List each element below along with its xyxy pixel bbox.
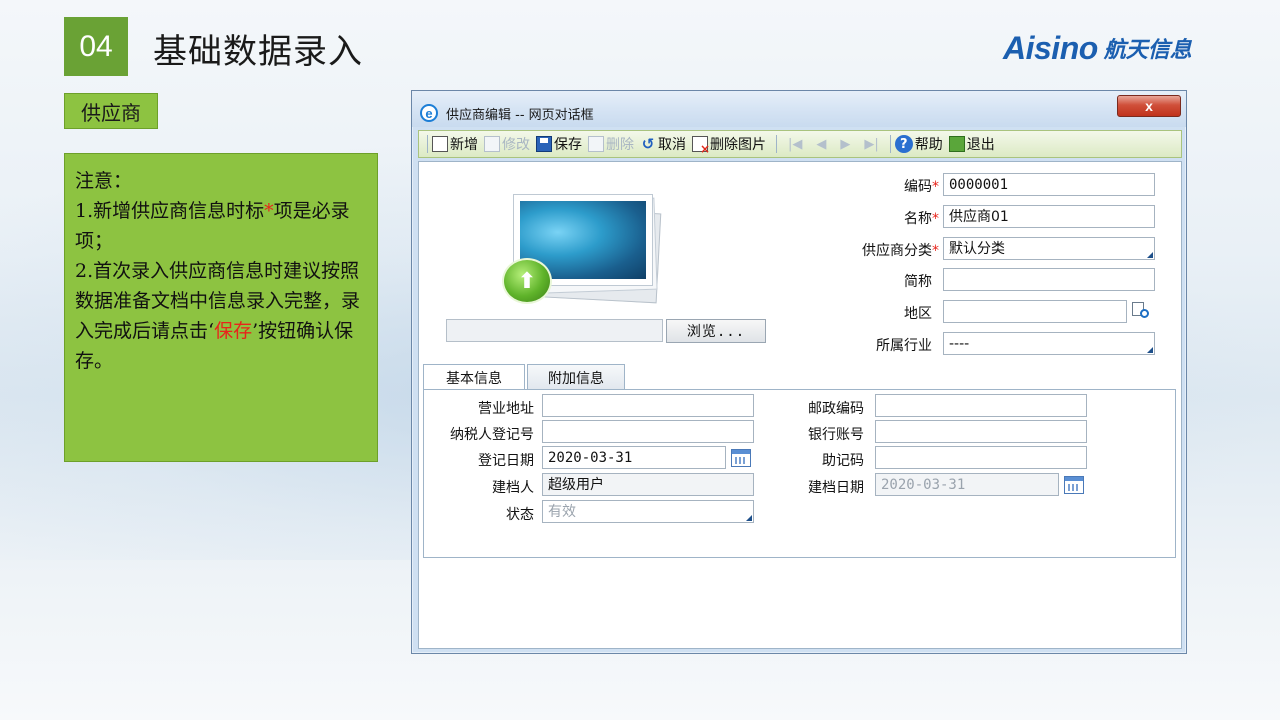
delete-image-button-label: 删除图片 bbox=[710, 137, 766, 153]
upload-arrow-icon: ⬆ bbox=[502, 258, 552, 304]
bank-account-label: 银行账号 bbox=[808, 427, 864, 443]
aisino-logo: Aisino 航天信息 bbox=[1003, 28, 1192, 68]
delete-icon bbox=[588, 136, 604, 152]
floppy-save-icon bbox=[536, 136, 552, 152]
reg-date-label: 登记日期 bbox=[478, 453, 534, 469]
logo-cn-text: 航天信息 bbox=[1103, 38, 1192, 63]
dialog-content: ⬆ 浏览... 编码* 0000001 名称* 供应商01 供应商分类* 默认分… bbox=[418, 161, 1182, 649]
postcode-input[interactable] bbox=[875, 394, 1087, 417]
delete-button[interactable]: 删除 bbox=[588, 134, 634, 154]
address-label: 营业地址 bbox=[478, 401, 534, 417]
tab-basic-info[interactable]: 基本信息 bbox=[423, 364, 525, 391]
prev-record-icon[interactable]: ◀ bbox=[816, 137, 826, 152]
tab-extra-info[interactable]: 附加信息 bbox=[527, 364, 625, 390]
status-select[interactable]: 有效 bbox=[542, 500, 754, 523]
note-line-1-prefix: 1.新增供应商信息时标 bbox=[75, 200, 265, 222]
help-button-label: 帮助 bbox=[914, 137, 943, 153]
image-path-input[interactable] bbox=[446, 319, 663, 342]
delete-image-icon bbox=[692, 136, 710, 156]
status-label: 状态 bbox=[506, 507, 534, 523]
taxpayer-label: 纳税人登记号 bbox=[450, 427, 534, 443]
edit-button[interactable]: 修改 bbox=[484, 134, 530, 154]
short-name-label: 简称 bbox=[904, 274, 932, 290]
undo-icon: ↺ bbox=[641, 135, 655, 153]
next-record-icon[interactable]: ▶ bbox=[840, 137, 850, 152]
creator-input[interactable]: 超级用户 bbox=[542, 473, 754, 496]
note-box: 注意： 1.新增供应商信息时标*项是必录项； 2.首次录入供应商信息时建议按照数… bbox=[64, 153, 378, 462]
browse-button[interactable]: 浏览... bbox=[666, 319, 766, 343]
required-star: * bbox=[264, 200, 274, 222]
category-label-text: 供应商分类 bbox=[862, 243, 932, 259]
create-date-label: 建档日期 bbox=[808, 480, 864, 496]
dialog-titlebar[interactable]: e 供应商编辑 -- 网页对话框 x bbox=[412, 91, 1186, 127]
slide-number-badge: 04 bbox=[64, 17, 128, 76]
category-select[interactable]: 默认分类 bbox=[943, 237, 1155, 260]
info-tabs: 基本信息 附加信息 bbox=[423, 364, 627, 391]
note-line-2: 2.首次录入供应商信息时建议按照数据准备文档中信息录入完整，录入完成后请点击‘保… bbox=[75, 256, 367, 376]
section-label: 供应商 bbox=[64, 93, 158, 129]
page-title: 基础数据录入 bbox=[153, 32, 363, 72]
postcode-label: 邮政编码 bbox=[808, 401, 864, 417]
mnemonic-label: 助记码 bbox=[822, 453, 864, 469]
basic-info-panel: 营业地址 纳税人登记号 登记日期 2020-03-31 建档人 超级用户 状态 … bbox=[423, 389, 1176, 558]
exit-button[interactable]: 退出 bbox=[948, 134, 995, 154]
delete-image-button[interactable]: 删除图片 bbox=[692, 134, 766, 156]
code-label: 编码* bbox=[839, 176, 939, 196]
calendar-icon[interactable] bbox=[1064, 476, 1084, 494]
required-mark: * bbox=[932, 211, 939, 227]
last-record-icon[interactable]: ▶| bbox=[864, 137, 878, 152]
code-input[interactable]: 0000001 bbox=[943, 173, 1155, 196]
code-label-text: 编码 bbox=[904, 179, 932, 195]
help-button[interactable]: ? 帮助 bbox=[894, 134, 943, 154]
required-mark: * bbox=[932, 243, 939, 259]
toolbar-separator bbox=[889, 135, 891, 153]
edit-button-label: 修改 bbox=[502, 137, 530, 153]
calendar-icon[interactable] bbox=[731, 449, 751, 467]
dialog-title: 供应商编辑 -- 网页对话框 bbox=[446, 108, 594, 123]
exit-icon bbox=[948, 136, 965, 152]
creator-label: 建档人 bbox=[492, 480, 534, 496]
note-heading: 注意： bbox=[75, 170, 133, 192]
region-input[interactable] bbox=[943, 300, 1127, 323]
note-line-1: 1.新增供应商信息时标*项是必录项； bbox=[75, 196, 367, 256]
cancel-button-label: 取消 bbox=[658, 137, 686, 153]
taxpayer-input[interactable] bbox=[542, 420, 754, 443]
delete-button-label: 删除 bbox=[606, 137, 634, 153]
industry-select[interactable]: ---- bbox=[943, 332, 1155, 355]
edit-icon bbox=[484, 136, 500, 152]
new-button-label: 新增 bbox=[450, 137, 478, 153]
logo-latin-text: Aisino bbox=[1003, 29, 1098, 66]
supplier-photo[interactable]: ⬆ bbox=[499, 190, 674, 310]
lookup-search-icon[interactable] bbox=[1131, 302, 1151, 320]
create-date-input[interactable]: 2020-03-31 bbox=[875, 473, 1059, 496]
exit-button-label: 退出 bbox=[966, 137, 995, 153]
reg-date-input[interactable]: 2020-03-31 bbox=[542, 446, 726, 469]
dialog-toolbar: 新增 修改 保存 删除 ↺取消 删除图片 |◀ ◀ ▶ ▶| ?帮助 退出 bbox=[418, 130, 1182, 158]
name-label: 名称* bbox=[839, 208, 939, 228]
save-button-label: 保存 bbox=[554, 137, 582, 153]
toolbar-separator bbox=[427, 135, 428, 153]
save-button[interactable]: 保存 bbox=[536, 134, 582, 154]
new-button[interactable]: 新增 bbox=[432, 134, 478, 154]
cancel-button[interactable]: ↺ 取消 bbox=[640, 134, 686, 154]
ie-icon: e bbox=[420, 104, 438, 122]
toolbar-separator bbox=[776, 135, 777, 153]
help-icon: ? bbox=[894, 135, 913, 153]
region-label: 地区 bbox=[904, 306, 932, 322]
new-document-icon bbox=[432, 136, 448, 152]
address-input[interactable] bbox=[542, 394, 754, 417]
short-name-input[interactable] bbox=[943, 268, 1155, 291]
name-label-text: 名称 bbox=[904, 211, 932, 227]
category-label: 供应商分类* bbox=[819, 240, 939, 260]
note-save-highlight: 保存 bbox=[214, 320, 253, 342]
supplier-edit-dialog: e 供应商编辑 -- 网页对话框 x 新增 修改 保存 删除 ↺取消 删除图片 … bbox=[411, 90, 1187, 654]
first-record-icon[interactable]: |◀ bbox=[788, 137, 802, 152]
industry-label: 所属行业 bbox=[876, 338, 932, 354]
name-input[interactable]: 供应商01 bbox=[943, 205, 1155, 228]
bank-account-input[interactable] bbox=[875, 420, 1087, 443]
required-mark: * bbox=[932, 179, 939, 195]
mnemonic-input[interactable] bbox=[875, 446, 1087, 469]
close-button[interactable]: x bbox=[1117, 95, 1181, 117]
